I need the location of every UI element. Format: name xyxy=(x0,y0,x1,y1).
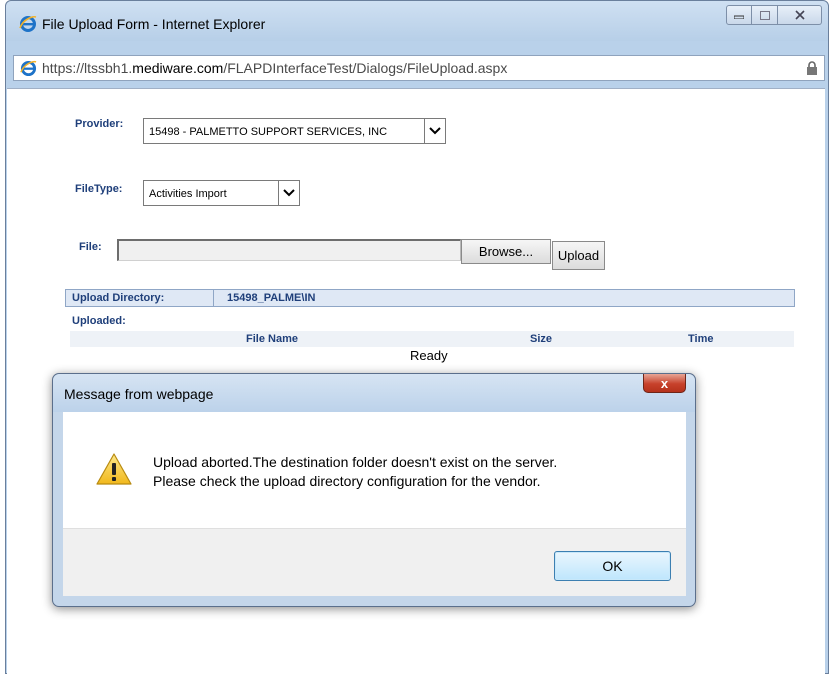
filetype-selected-value: Activities Import xyxy=(149,188,227,200)
close-icon xyxy=(794,10,805,20)
url-host: mediware.com xyxy=(132,60,224,76)
dialog-footer: OK xyxy=(63,528,686,596)
column-header-file-name: File Name xyxy=(246,333,298,345)
column-header-time: Time xyxy=(688,333,714,345)
url-path: /FLAPDInterfaceTest/Dialogs/FileUpload.a… xyxy=(223,60,508,76)
lock-icon xyxy=(807,61,817,75)
message-dialog: Message from webpage x Upload aborted.Th… xyxy=(52,373,696,607)
uploaded-files-header: File Name Size Time xyxy=(70,331,794,347)
warning-icon xyxy=(96,453,132,485)
chevron-down-icon xyxy=(278,181,299,205)
dialog-titlebar: Message from webpage x xyxy=(53,374,695,412)
provider-selected-value: 15498 - PALMETTO SUPPORT SERVICES, INC xyxy=(149,126,388,138)
upload-directory-row: Upload Directory: 15498_PALME\IN xyxy=(65,289,795,307)
ok-button[interactable]: OK xyxy=(554,551,671,581)
dialog-close-button[interactable]: x xyxy=(643,374,686,393)
divider xyxy=(213,290,214,306)
upload-directory-label: Upload Directory: xyxy=(72,292,165,304)
status-text: Ready xyxy=(410,348,448,363)
column-header-size: Size xyxy=(530,333,553,345)
file-path-input[interactable] xyxy=(117,239,461,261)
maximize-icon xyxy=(759,10,770,20)
provider-label: Provider: xyxy=(75,118,124,130)
window-close-button[interactable] xyxy=(778,5,822,25)
minimize-button[interactable] xyxy=(726,5,752,25)
upload-button[interactable]: Upload xyxy=(552,241,605,270)
maximize-button[interactable] xyxy=(752,5,778,25)
dialog-body: Upload aborted.The destination folder do… xyxy=(63,412,686,528)
message-line-1: Upload aborted.The destination folder do… xyxy=(153,454,558,470)
chevron-down-icon xyxy=(424,119,445,143)
url-text: https://ltssbh1.mediware.com/FLAPDInterf… xyxy=(42,60,507,76)
dialog-title: Message from webpage xyxy=(64,386,214,402)
minimize-icon xyxy=(734,15,744,19)
provider-select[interactable]: 15498 - PALMETTO SUPPORT SERVICES, INC xyxy=(143,118,446,144)
browse-button[interactable]: Browse... xyxy=(461,239,551,264)
file-label: File: xyxy=(79,241,102,253)
upload-directory-value: 15498_PALME\IN xyxy=(227,292,316,304)
uploaded-label: Uploaded: xyxy=(72,315,126,327)
url-prefix: https://ltssbh1. xyxy=(42,60,133,76)
internet-explorer-icon xyxy=(20,60,37,77)
filetype-label: FileType: xyxy=(75,183,123,195)
window-titlebar: File Upload Form - Internet Explorer xyxy=(6,1,828,41)
close-icon: x xyxy=(660,375,669,391)
filetype-select[interactable]: Activities Import xyxy=(143,180,300,206)
window-title: File Upload Form - Internet Explorer xyxy=(42,16,266,32)
window-controls xyxy=(726,5,822,27)
address-bar[interactable]: https://ltssbh1.mediware.com/FLAPDInterf… xyxy=(13,55,825,81)
internet-explorer-icon xyxy=(19,16,37,32)
message-line-2: Please check the upload directory config… xyxy=(153,473,541,489)
